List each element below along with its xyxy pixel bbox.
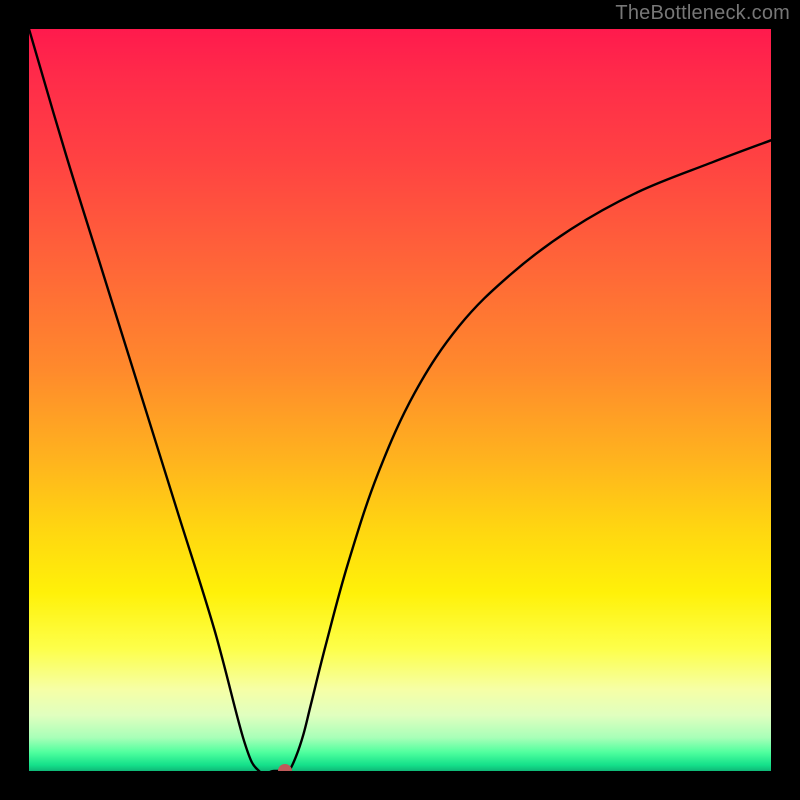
watermark-text: TheBottleneck.com bbox=[615, 2, 790, 25]
plot-area bbox=[29, 29, 771, 771]
curve-svg bbox=[29, 29, 771, 771]
chart-frame: TheBottleneck.com bbox=[0, 0, 800, 800]
bottleneck-curve bbox=[29, 29, 771, 771]
minimum-marker bbox=[278, 764, 292, 771]
